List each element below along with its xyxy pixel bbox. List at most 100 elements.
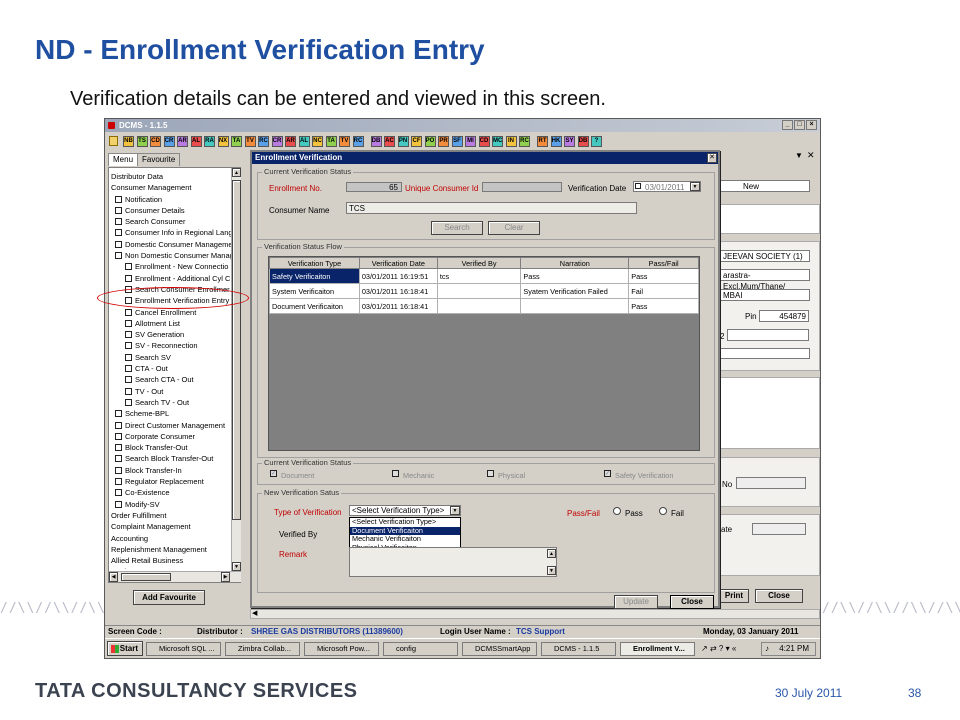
add-favourite-button[interactable]: Add Favourite — [133, 590, 205, 605]
table-cell[interactable]: Pass — [520, 268, 630, 284]
toolbar-button[interactable]: RC — [352, 136, 364, 147]
chevron-down-icon[interactable]: ▼ — [795, 151, 803, 160]
toolbar-button[interactable]: RA — [204, 136, 215, 147]
tree-checkbox-icon[interactable] — [115, 489, 122, 497]
scroll-left-icon[interactable]: ◀ — [109, 572, 118, 582]
column-header[interactable]: Verified By — [436, 257, 522, 269]
consumer-name-field[interactable]: TCS — [346, 202, 637, 214]
scroll-right-icon[interactable]: ▶ — [221, 572, 230, 582]
close-button-bg[interactable]: Close — [755, 589, 803, 603]
toolbar-button[interactable]: CR — [271, 136, 283, 147]
tree-checkbox-icon[interactable] — [115, 218, 122, 226]
menu-tree-item[interactable]: Replenishment Management — [111, 544, 231, 555]
menu-tree-item[interactable]: Consumer Management — [111, 182, 231, 193]
menu-tree-item[interactable]: Search SV — [111, 352, 231, 363]
menu-tree-item[interactable]: Search Block Transfer-Out — [111, 453, 231, 464]
print-button[interactable]: Print — [719, 589, 749, 603]
tree-checkbox-icon[interactable] — [125, 376, 132, 384]
tree-checkbox-icon[interactable] — [125, 353, 132, 361]
society-field[interactable]: JEEVAN SOCIETY (1) — [720, 250, 810, 262]
table-row[interactable]: Document Verificaiton 03/01/2011 16:18:41… — [269, 298, 699, 314]
tree-checkbox-icon[interactable] — [115, 466, 122, 474]
horizontal-scrollbar[interactable]: ◀ ▶ — [109, 571, 241, 582]
toolbar-button[interactable]: CF — [411, 136, 422, 147]
status-field[interactable]: New — [720, 180, 810, 192]
speaker-icon[interactable]: ♪ — [765, 643, 769, 655]
search-button[interactable]: Search — [431, 221, 483, 235]
city-field[interactable]: MBAI — [720, 289, 810, 301]
toolbar-button[interactable]: NC — [312, 136, 323, 147]
menu-tree-item[interactable]: SV Generation — [111, 329, 231, 340]
toolbar-button[interactable]: RC — [258, 136, 269, 147]
menu-tree-item[interactable]: Complaint Management — [111, 521, 231, 532]
menu-tree-item[interactable]: Corporate Consumer — [111, 431, 231, 442]
toolbar-button[interactable]: ? — [591, 136, 602, 147]
menu-tree-item[interactable]: Regulator Replacement — [111, 476, 231, 487]
tree-checkbox-icon[interactable] — [115, 432, 122, 440]
task-enrollment[interactable]: Enrollment V... — [620, 642, 695, 656]
date-dropdown-icon[interactable]: ▼ — [690, 182, 700, 191]
remark-field[interactable]: ▲ ▼ — [349, 547, 557, 577]
table-cell[interactable]: Syatem Verification Failed — [520, 283, 630, 299]
clear-button[interactable]: Clear — [488, 221, 540, 235]
tree-checkbox-icon[interactable] — [125, 274, 132, 282]
menu-tree-item[interactable]: CTA - Out — [111, 363, 231, 374]
toolbar-button[interactable]: TS — [136, 136, 148, 147]
tree-checkbox-icon[interactable] — [125, 263, 132, 271]
table-cell[interactable]: tcs — [436, 268, 522, 284]
table-cell[interactable] — [436, 298, 522, 314]
toolbar-button[interactable]: PO — [424, 136, 436, 147]
close-window-button[interactable]: × — [806, 120, 817, 130]
menu-tree-item[interactable]: Consumer Info in Regional Lang — [111, 227, 231, 238]
start-button[interactable]: Start — [107, 641, 143, 656]
remark-scroll-up-icon[interactable]: ▲ — [547, 549, 556, 558]
menu-tree-item[interactable]: Block Transfer-Out — [111, 442, 231, 453]
menu-tree-item[interactable]: Co-Existence — [111, 487, 231, 498]
toolbar-button[interactable]: IN — [505, 136, 517, 147]
scroll-left-arrow-icon[interactable]: ◀ — [252, 609, 257, 617]
shortcut-icon[interactable]: ↗ — [701, 644, 708, 653]
no-field[interactable] — [736, 477, 806, 489]
toolbar-button[interactable]: AR — [285, 136, 296, 147]
close-button[interactable]: Close — [670, 595, 714, 609]
column-header[interactable]: Verification Type — [269, 257, 360, 269]
pass-radio[interactable] — [613, 507, 621, 515]
pin-field[interactable]: 454879 — [759, 310, 809, 322]
tree-checkbox-icon[interactable] — [125, 398, 132, 406]
menu-tree-item[interactable]: Enrollment - Additional Cyl C — [111, 273, 231, 284]
column-header[interactable]: Narration — [520, 257, 630, 269]
tree-checkbox-icon[interactable] — [125, 342, 132, 350]
tab-menu[interactable]: Menu — [108, 153, 139, 166]
dialog-close-icon[interactable]: ✕ — [707, 153, 717, 163]
expand-tray-icon[interactable]: « — [732, 644, 736, 653]
tree-checkbox-icon[interactable] — [115, 444, 122, 452]
table-cell[interactable]: System Verificaiton — [269, 283, 360, 299]
tree-checkbox-icon[interactable] — [115, 421, 122, 429]
task-dcmssmartapp[interactable]: DCMSSmartApp — [462, 642, 537, 656]
remark-scroll-down-icon[interactable]: ▼ — [547, 566, 556, 575]
unique-consumer-field[interactable] — [482, 182, 562, 192]
tree-checkbox-icon[interactable] — [115, 410, 122, 418]
toolbar-button[interactable]: TA — [231, 136, 242, 147]
toolbar-button[interactable]: RC — [519, 136, 530, 147]
vertical-scrollbar[interactable]: ▲ ▼ — [231, 168, 241, 571]
menu-tree-item[interactable]: Block Transfer-In — [111, 465, 231, 476]
tree-checkbox-icon[interactable] — [125, 331, 132, 339]
table-cell[interactable]: 03/01/2011 16:19:51 — [358, 268, 438, 284]
toolbar-button[interactable]: TV — [244, 136, 256, 147]
tree-checkbox-icon[interactable] — [115, 252, 122, 260]
toolbar-button[interactable]: CD — [150, 136, 161, 147]
menu-tree-item[interactable]: Stationery Management — [111, 566, 231, 569]
extra-field[interactable] — [720, 348, 810, 359]
table-cell[interactable]: 03/01/2011 16:18:41 — [358, 283, 438, 299]
toolbar-button[interactable]: HK — [550, 136, 562, 147]
table-row[interactable]: System Verificaiton 03/01/2011 16:18:41 Sy… — [269, 283, 699, 299]
toolbar-button[interactable]: AL — [298, 136, 310, 147]
status-checkbox[interactable] — [392, 470, 399, 477]
update-button[interactable]: Update — [614, 595, 658, 609]
task-powerpoint[interactable]: Microsoft Pow... — [304, 642, 379, 656]
menu-tree-item[interactable]: Modify-SV — [111, 499, 231, 510]
task-config[interactable]: config — [383, 642, 458, 656]
menu-tree-item[interactable]: Enrollment - New Connectio — [111, 261, 231, 272]
toolbar-button[interactable]: PN — [397, 136, 409, 147]
